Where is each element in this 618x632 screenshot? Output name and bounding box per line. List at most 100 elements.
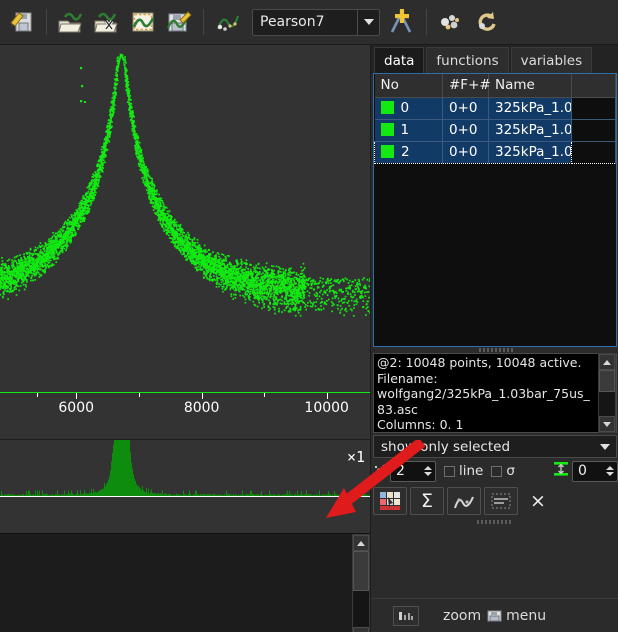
baseline-button[interactable] xyxy=(211,5,245,39)
residual-series-curve xyxy=(0,440,370,496)
data-editor-button[interactable] xyxy=(126,5,160,39)
dataset-color-swatch[interactable] xyxy=(380,123,394,136)
console-output-panel[interactable] xyxy=(0,533,370,632)
panel-splitter-grip-top[interactable] xyxy=(479,348,513,352)
tab-variables[interactable]: variables xyxy=(510,47,593,73)
main-plot-canvas[interactable] xyxy=(0,45,370,392)
row-number-cell[interactable]: 2 xyxy=(374,140,443,164)
close-data-button[interactable] xyxy=(90,5,124,39)
toolbar-separator-1 xyxy=(46,9,47,35)
side-panel: data functions variables No #F+# Name 0 0+0 32… xyxy=(370,45,618,632)
offset-stepper[interactable]: 0 xyxy=(571,460,618,482)
axis-band-curve xyxy=(0,392,370,393)
text-view-button[interactable] xyxy=(484,487,518,515)
residual-plot-canvas[interactable]: ×1 xyxy=(0,439,370,533)
row-functions-cell[interactable]: 0+0 xyxy=(442,97,489,120)
tab-functions[interactable]: functions xyxy=(426,47,509,73)
undo-fit-button[interactable] xyxy=(470,5,504,39)
chevron-down-icon[interactable] xyxy=(357,9,379,35)
residual-axis-line xyxy=(0,496,370,497)
panel-splitter-grip-bottom[interactable] xyxy=(477,520,511,524)
datasets-table: No#F+#Name 00+0325kPa_1.03...10+0325kPa_… xyxy=(374,74,616,164)
color-palette-button[interactable] xyxy=(373,487,407,515)
console-scroll-thumb[interactable] xyxy=(353,551,369,591)
row-functions-cell[interactable]: 0+0 xyxy=(442,119,489,142)
toolbar-separator-3 xyxy=(426,9,427,35)
scroll-down-arrow-icon[interactable] xyxy=(353,627,369,632)
dataset-action-buttons: Σ × xyxy=(373,485,617,517)
row-number-cell[interactable]: 1 xyxy=(374,119,443,142)
x-axis-tick-label: 10000 xyxy=(304,400,349,416)
table-header-f[interactable]: #F+# xyxy=(442,74,491,98)
sigma-checkbox-label: σ xyxy=(506,463,515,479)
info-scrollbar[interactable] xyxy=(598,353,616,433)
row-name-cell[interactable]: 325kPa_1.03... xyxy=(488,140,572,164)
point-size-value: 2 xyxy=(396,463,405,479)
residual-plot-svg xyxy=(0,440,370,496)
line-checkbox-label: line xyxy=(459,463,484,479)
offset-up-icon[interactable] xyxy=(605,466,614,470)
sigma-checkbox-box[interactable] xyxy=(491,465,503,477)
offset-down-icon[interactable] xyxy=(605,472,614,476)
offset-arrows[interactable] xyxy=(603,462,617,481)
main-toolbar: Pearson7 xyxy=(0,0,618,45)
dataset-info-box: @2: 10048 points, 10048 active. Filename… xyxy=(373,353,617,433)
dataset-filter-combo[interactable]: show only selected xyxy=(373,435,617,458)
info-scroll-up-arrow-icon[interactable] xyxy=(599,354,615,370)
scale-multiplier-label: ×1 xyxy=(346,448,365,466)
console-text xyxy=(0,534,352,632)
offset-value: 0 xyxy=(577,463,587,479)
info-scroll-down-arrow-icon[interactable] xyxy=(599,416,615,432)
stepper-up-icon[interactable] xyxy=(424,466,432,470)
row-number-label: 2 xyxy=(401,144,410,160)
table-header-no[interactable]: No xyxy=(374,74,443,98)
save-data-button[interactable] xyxy=(162,5,196,39)
line-checkbox-box[interactable] xyxy=(444,465,455,477)
clear-button[interactable]: × xyxy=(521,487,555,515)
row-blank-cell xyxy=(571,140,616,164)
sum-button[interactable]: Σ xyxy=(410,487,444,515)
filter-chevron-down-icon[interactable] xyxy=(594,436,616,457)
table-header-blank[interactable] xyxy=(571,74,616,98)
peak-type-combo[interactable]: Pearson7 xyxy=(252,8,380,36)
console-scrollbar[interactable] xyxy=(352,534,370,632)
dataset-color-swatch[interactable] xyxy=(381,145,394,158)
row-name-cell[interactable]: 325kPa_1.03... xyxy=(488,119,572,142)
close-x-icon: × xyxy=(530,490,546,512)
row-functions-cell[interactable]: 0+0 xyxy=(442,140,489,164)
sigma-checkbox[interactable]: σ xyxy=(491,463,515,479)
add-peak-button[interactable] xyxy=(385,5,419,39)
new-session-button[interactable] xyxy=(5,5,39,39)
point-size-stepper[interactable]: 2 xyxy=(390,460,436,482)
table-row[interactable]: 1 0+0325kPa_1.03... xyxy=(374,119,616,142)
stepper-down-icon[interactable] xyxy=(424,472,432,476)
mouse-hint-button[interactable] xyxy=(393,605,419,626)
line-checkbox[interactable]: line xyxy=(444,463,483,479)
table-header-name[interactable]: Name xyxy=(488,74,572,98)
zoom-status-label: zoom xyxy=(443,607,482,624)
tab-label: data xyxy=(384,52,415,69)
open-data-button[interactable] xyxy=(54,5,88,39)
x-axis-band: 6000 8000 10000 xyxy=(0,392,370,439)
autofit-button[interactable] xyxy=(434,5,468,39)
point-size-arrows[interactable] xyxy=(421,462,435,481)
x-axis-major-tick xyxy=(326,392,328,399)
dataset-color-swatch[interactable] xyxy=(380,101,394,114)
menu-status-label: menu xyxy=(506,607,547,624)
datasets-table-container[interactable]: No#F+#Name 00+0325kPa_1.03...10+0325kPa_… xyxy=(373,73,617,347)
row-name-cell[interactable]: 325kPa_1.03... xyxy=(488,97,572,120)
plot-column: 6000 8000 10000 ×1 xyxy=(0,45,370,632)
peak-type-value: Pearson7 xyxy=(260,14,325,30)
scroll-up-arrow-icon[interactable] xyxy=(353,535,369,551)
dataset-info-text: @2: 10048 points, 10048 active. Filename… xyxy=(377,355,590,432)
tab-data[interactable]: data xyxy=(374,47,425,73)
table-row[interactable]: 2 0+0325kPa_1.03... xyxy=(374,140,616,164)
main-plot-svg xyxy=(0,53,370,317)
info-scroll-thumb[interactable] xyxy=(599,370,615,392)
table-row[interactable]: 0 0+0325kPa_1.03... xyxy=(374,97,616,120)
row-number-cell[interactable]: 0 xyxy=(374,97,443,120)
menu-box-icon xyxy=(487,608,502,623)
side-panel-tabs: data functions variables xyxy=(371,45,618,73)
data-view-button[interactable] xyxy=(447,487,481,515)
row-blank-cell xyxy=(571,119,616,142)
